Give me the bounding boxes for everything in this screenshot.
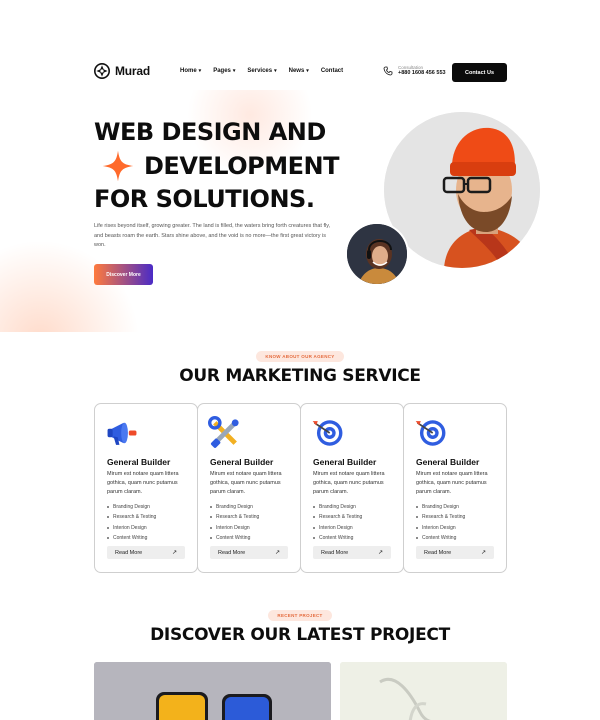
portrait-woman-image [345,222,409,286]
read-more-label: Read More [321,549,349,556]
brand-logo[interactable]: Murad [94,63,150,79]
nav-item-label: Pages [213,68,231,74]
service-card-features: Branding Design Research & Testing Inter… [210,502,259,543]
service-card-features: Branding Design Research & Testing Inter… [416,502,465,543]
list-item: Content Writing [313,533,362,543]
nav-item-label: Services [247,68,273,74]
projects-title: DISCOVER OUR LATEST PROJECT [150,625,450,645]
discover-more-button[interactable]: Discover More [94,264,153,285]
list-item: Research & Testing [210,512,259,522]
chevron-down-icon: ▾ [198,68,202,74]
hero-section: WEB DESIGN AND DEVELOPMENT FOR SOLUTIONS… [0,90,600,332]
list-item: Research & Testing [107,512,156,522]
service-card: General Builder Mirum est notare quam li… [94,403,198,573]
service-card-features: Branding Design Research & Testing Inter… [107,502,156,543]
project-image-product[interactable] [340,662,507,720]
service-card: General Builder Mirum est notare quam li… [300,403,404,573]
hero-title-line-2: DEVELOPMENT [94,149,339,183]
sparkle-star-icon [102,150,134,182]
arrow-up-right-icon: ↗ [377,550,383,556]
list-item: Interion Design [210,523,259,533]
phone-icon [383,66,393,75]
service-card-description: Mirum est notare quam littera gothica, q… [107,471,179,495]
chevron-down-icon: ▾ [232,68,236,74]
list-item: Branding Design [210,502,259,512]
chevron-down-icon: ▾ [306,68,309,74]
service-card: General Builder Mirum est notare quam li… [403,403,507,573]
list-item: Research & Testing [416,512,465,522]
list-item: Branding Design [313,502,362,512]
read-more-button[interactable]: Read More ↗ [210,546,288,559]
service-card-title: General Builder [107,457,171,467]
list-item: Content Writing [210,533,259,543]
nav-item-label: Contact [320,68,344,74]
nav-item-contact[interactable]: Contact [321,68,343,74]
list-item: Branding Design [416,502,465,512]
consultation-phone: +880 1608 456 553 [398,70,446,76]
service-card-title: General Builder [313,457,377,467]
list-item: Interion Design [416,523,465,533]
service-card-description: Mirum est notare quam littera gothica, q… [416,471,488,495]
service-card-title: General Builder [416,457,480,467]
service-card-description: Mirum est notare quam littera gothica, q… [313,471,385,495]
nav-item-services[interactable]: Services ▾ [247,68,276,74]
site-header: Murad Home ▾ Pages ▾ Services ▾ News ▾ C… [0,0,600,90]
hero-title: WEB DESIGN AND DEVELOPMENT FOR SOLUTIONS… [94,116,339,216]
service-cards: General Builder Mirum est notare quam li… [94,403,507,573]
hero-title-line: FOR SOLUTIONS. [94,185,315,213]
nav-item-label: News [288,68,305,74]
read-more-button[interactable]: Read More ↗ [107,546,185,559]
service-card-description: Mirum est notare quam littera gothica, q… [210,471,282,495]
list-item: Interion Design [107,523,156,533]
contact-us-button[interactable]: Contact Us [452,63,507,82]
target-icon [312,420,343,446]
arrow-up-right-icon: ↗ [274,550,280,556]
consultation-contact[interactable]: Consultation +880 1608 456 553 [383,65,446,76]
read-more-label: Read More [424,549,452,556]
read-more-button[interactable]: Read More ↗ [416,546,494,559]
tools-icon [208,416,239,448]
service-card: General Builder Mirum est notare quam li… [197,403,301,573]
arrow-up-right-icon: ↗ [480,550,486,556]
list-item: Content Writing [107,533,156,543]
megaphone-icon [107,422,137,445]
hero-description: Life rises beyond itself, growing greate… [94,223,331,248]
service-card-features: Branding Design Research & Testing Inter… [313,502,362,543]
list-item: Content Writing [416,533,465,543]
section-eyebrow-badge: KNOW ABOUT OUR AGENCY [256,351,344,362]
read-more-label: Read More [218,549,246,556]
hero-title-text: DEVELOPMENT [144,151,339,180]
target-icon [415,420,446,446]
main-nav: Home ▾ Pages ▾ Services ▾ News ▾ Contact [180,68,355,74]
arrow-up-right-icon: ↗ [171,550,177,556]
services-title: OUR MARKETING SERVICE [179,366,421,386]
brand-name: Murad [115,64,151,78]
read-more-label: Read More [115,549,143,556]
decorative-gradient [0,240,140,332]
logo-icon [94,63,110,79]
hero-title-line: WEB DESIGN AND [94,118,326,146]
nav-item-news[interactable]: News ▾ [289,68,309,74]
list-item: Branding Design [107,502,156,512]
project-image-phones[interactable] [94,662,331,720]
nav-item-pages[interactable]: Pages ▾ [213,68,235,74]
section-eyebrow-badge: RECENT PROJECT [268,610,332,621]
list-item: Interion Design [313,523,362,533]
nav-item-home[interactable]: Home ▾ [180,68,201,74]
read-more-button[interactable]: Read More ↗ [313,546,391,559]
chevron-down-icon: ▾ [274,68,277,74]
list-item: Research & Testing [313,512,362,522]
service-card-title: General Builder [210,457,274,467]
nav-item-label: Home [180,68,197,74]
